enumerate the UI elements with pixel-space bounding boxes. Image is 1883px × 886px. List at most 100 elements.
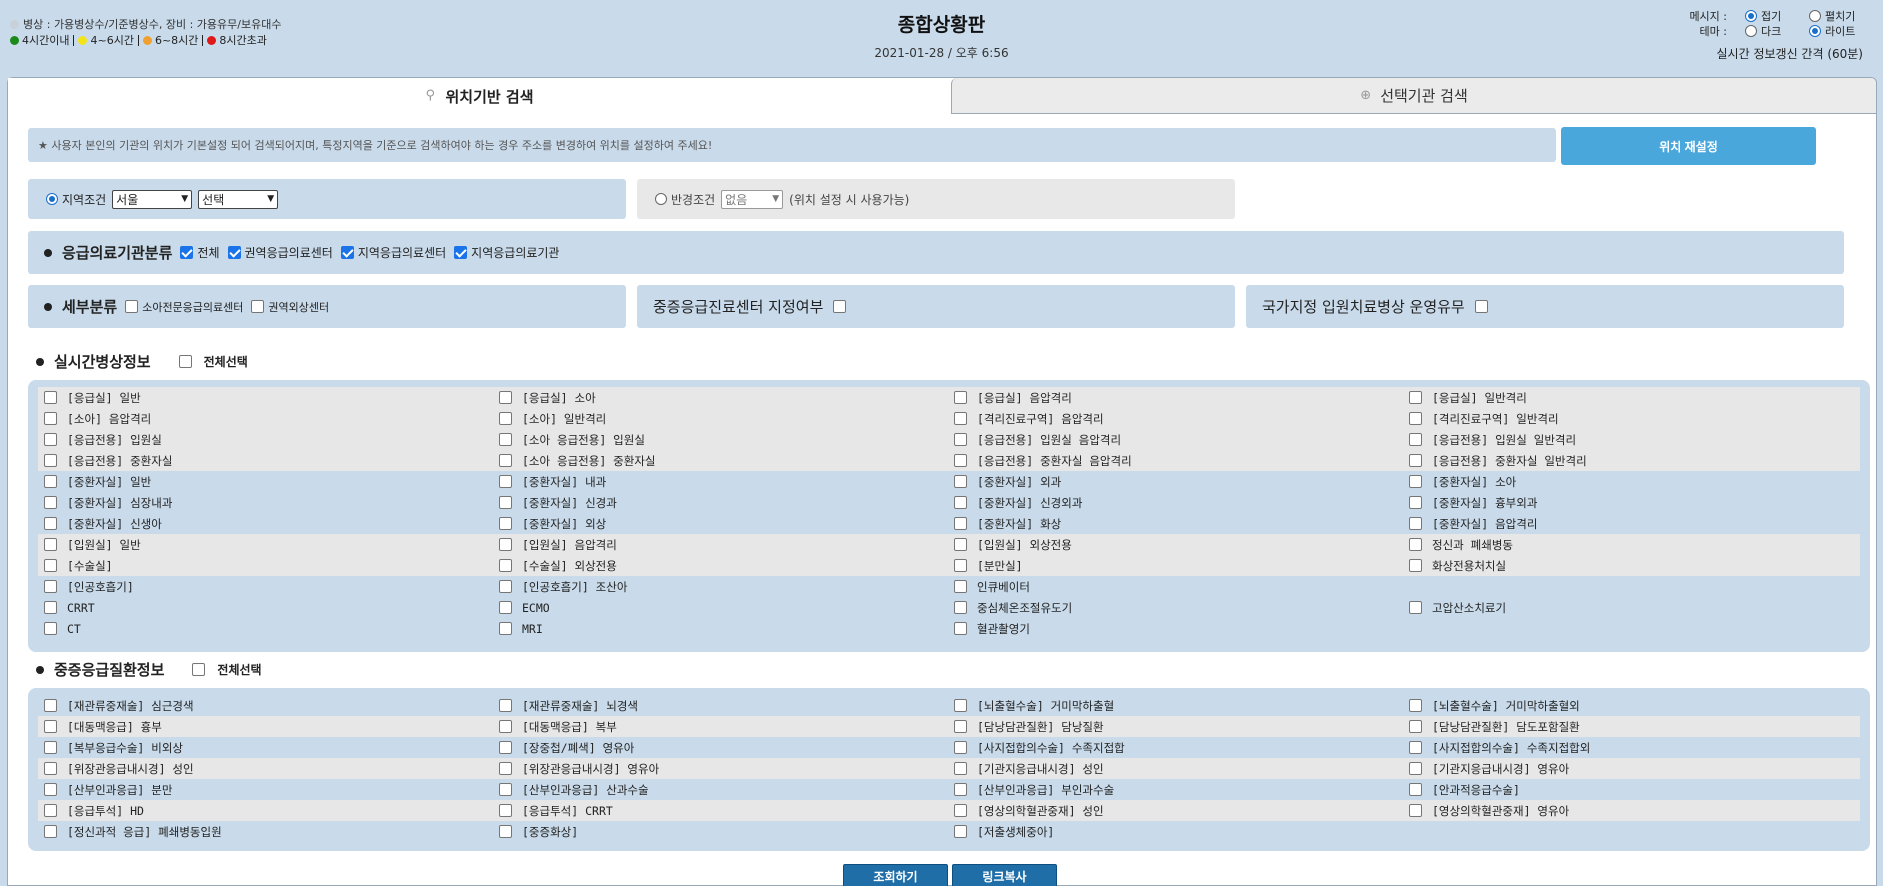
disease-type-checkbox[interactable]	[499, 762, 512, 775]
bed-type-checkbox[interactable]	[1409, 538, 1422, 551]
theme-dark-radio[interactable]: 다크	[1745, 23, 1799, 39]
bed-type-checkbox[interactable]	[44, 601, 57, 614]
bed-type-checkbox[interactable]	[44, 580, 57, 593]
disease-type-checkbox[interactable]	[954, 741, 967, 754]
bed-type-checkbox[interactable]	[44, 475, 57, 488]
radius-select[interactable]: 없음 ▼	[721, 189, 784, 209]
disease-type-checkbox[interactable]	[44, 699, 57, 712]
bed-type-checkbox[interactable]	[44, 517, 57, 530]
bed-type-checkbox[interactable]	[44, 622, 57, 635]
bed-type-checkbox[interactable]	[499, 433, 512, 446]
bed-type-checkbox[interactable]	[499, 475, 512, 488]
disease-type-checkbox[interactable]	[499, 804, 512, 817]
bed-type-checkbox[interactable]	[1409, 412, 1422, 425]
class-all-checkbox[interactable]	[180, 246, 194, 259]
search-tabs: ⚲ 위치기반 검색 ⊕ 선택기관 검색	[8, 78, 1876, 114]
bed-type-checkbox[interactable]	[44, 538, 57, 551]
bed-type-checkbox[interactable]	[954, 412, 967, 425]
radius-radio[interactable]	[655, 193, 667, 205]
search-button[interactable]: 조회하기	[843, 864, 948, 886]
disease-type-checkbox[interactable]	[499, 741, 512, 754]
tab-location-search[interactable]: ⚲ 위치기반 검색	[8, 78, 951, 114]
bed-type-checkbox[interactable]	[954, 391, 967, 404]
copy-link-button[interactable]: 링크복사	[952, 864, 1057, 886]
bed-type-checkbox[interactable]	[499, 496, 512, 509]
severe-center-checkbox[interactable]	[833, 300, 847, 313]
disease-type-checkbox[interactable]	[44, 762, 57, 775]
bed-type-checkbox[interactable]	[1409, 601, 1422, 614]
bed-type-checkbox[interactable]	[499, 454, 512, 467]
bed-type-checkbox[interactable]	[44, 433, 57, 446]
class-local-center-checkbox[interactable]	[340, 246, 354, 259]
disease-type-checkbox[interactable]	[44, 825, 57, 838]
disease-type-checkbox[interactable]	[499, 720, 512, 733]
bed-type-checkbox[interactable]	[499, 601, 512, 614]
disease-type-checkbox[interactable]	[1409, 720, 1422, 733]
bed-type-checkbox[interactable]	[954, 517, 967, 530]
disease-type-checkbox[interactable]	[499, 825, 512, 838]
disease-type-checkbox[interactable]	[954, 825, 967, 838]
bed-type-checkbox[interactable]	[954, 433, 967, 446]
bed-type-checkbox[interactable]	[954, 538, 967, 551]
disease-type-checkbox[interactable]	[954, 720, 967, 733]
list-item: [응급전용] 중환자실 일반격리	[1403, 453, 1858, 469]
class-regional-center-checkbox[interactable]	[227, 246, 241, 259]
reset-location-button[interactable]: 위치 재설정	[1561, 127, 1816, 165]
disease-type-checkbox[interactable]	[1409, 762, 1422, 775]
bed-type-checkbox[interactable]	[954, 622, 967, 635]
disease-type-checkbox[interactable]	[954, 783, 967, 796]
bed-type-checkbox[interactable]	[1409, 496, 1422, 509]
disease-type-checkbox[interactable]	[499, 783, 512, 796]
bed-type-checkbox[interactable]	[44, 391, 57, 404]
disease-type-checkbox[interactable]	[1409, 741, 1422, 754]
bed-type-checkbox[interactable]	[1409, 517, 1422, 530]
national-bed-checkbox[interactable]	[1474, 300, 1488, 313]
bed-type-checkbox[interactable]	[44, 559, 57, 572]
disease-type-checkbox[interactable]	[954, 699, 967, 712]
bed-type-label: MRI	[522, 621, 543, 636]
bed-type-checkbox[interactable]	[954, 496, 967, 509]
disease-type-checkbox[interactable]	[1409, 783, 1422, 796]
bed-type-checkbox[interactable]	[1409, 433, 1422, 446]
disease-type-checkbox[interactable]	[44, 804, 57, 817]
realtime-select-all-checkbox[interactable]	[178, 355, 192, 368]
tab-selected-search[interactable]: ⊕ 선택기관 검색	[951, 78, 1876, 114]
disease-type-checkbox[interactable]	[499, 699, 512, 712]
disease-type-checkbox[interactable]	[44, 720, 57, 733]
disease-type-checkbox[interactable]	[44, 783, 57, 796]
bed-type-checkbox[interactable]	[1409, 559, 1422, 572]
bed-type-checkbox[interactable]	[44, 412, 57, 425]
bed-type-checkbox[interactable]	[499, 622, 512, 635]
disease-type-checkbox[interactable]	[954, 762, 967, 775]
bed-type-checkbox[interactable]	[954, 601, 967, 614]
bed-type-checkbox[interactable]	[44, 496, 57, 509]
disease-type-checkbox[interactable]	[1409, 699, 1422, 712]
bed-type-checkbox[interactable]	[499, 517, 512, 530]
theme-light-radio[interactable]: 라이트	[1809, 23, 1863, 39]
bed-type-checkbox[interactable]	[499, 391, 512, 404]
bed-type-checkbox[interactable]	[499, 559, 512, 572]
pediatric-center-checkbox[interactable]	[125, 300, 139, 313]
bed-type-checkbox[interactable]	[499, 538, 512, 551]
disease-type-checkbox[interactable]	[44, 741, 57, 754]
bed-type-checkbox[interactable]	[1409, 475, 1422, 488]
disease-type-checkbox[interactable]	[954, 804, 967, 817]
message-expand-radio[interactable]: 펼치기	[1809, 8, 1863, 24]
bed-type-checkbox[interactable]	[954, 454, 967, 467]
message-collapse-radio[interactable]: 접기	[1745, 8, 1799, 24]
class-local-institution-checkbox[interactable]	[454, 246, 468, 259]
bed-type-checkbox[interactable]	[1409, 391, 1422, 404]
bed-type-checkbox[interactable]	[499, 412, 512, 425]
city-select[interactable]: 서울 ▼	[112, 189, 193, 209]
bed-type-checkbox[interactable]	[44, 454, 57, 467]
bed-type-checkbox[interactable]	[954, 475, 967, 488]
severe-select-all-checkbox[interactable]	[192, 663, 206, 676]
disease-type-checkbox[interactable]	[1409, 804, 1422, 817]
bed-type-checkbox[interactable]	[954, 580, 967, 593]
bed-type-checkbox[interactable]	[954, 559, 967, 572]
region-radio[interactable]	[46, 193, 58, 205]
trauma-center-checkbox[interactable]	[251, 300, 265, 313]
bed-type-checkbox[interactable]	[1409, 454, 1422, 467]
district-select[interactable]: 선택 ▼	[198, 189, 279, 209]
bed-type-checkbox[interactable]	[499, 580, 512, 593]
